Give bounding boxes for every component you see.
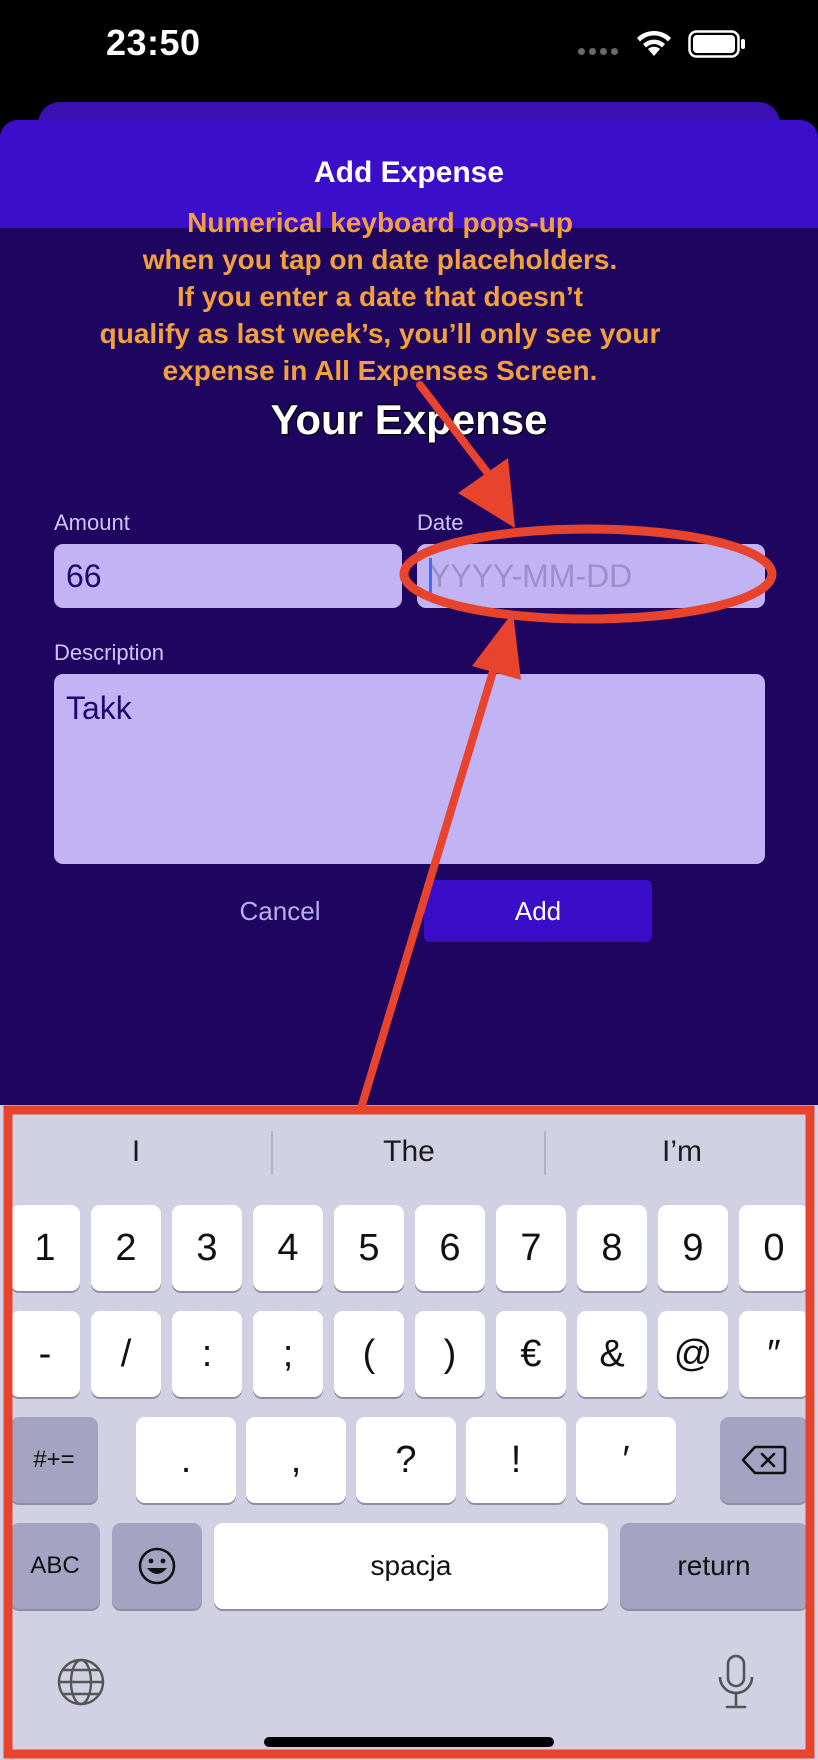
battery-icon [688,30,745,58]
backspace-icon [741,1445,787,1475]
key-euro[interactable]: € [496,1311,566,1397]
text-caret [429,558,432,594]
key-period[interactable]: . [136,1417,236,1503]
key-double-quote[interactable]: ″ [739,1311,809,1397]
description-label: Description [54,640,165,665]
annotation-line: expense in All Expenses Screen. [162,355,598,386]
key-2[interactable]: 2 [91,1205,161,1291]
date-label: Date [417,510,464,535]
home-indicator [264,1737,554,1747]
backspace-key[interactable] [720,1417,808,1503]
annotation-note: Numerical keyboard pops-up when you tap … [40,204,720,389]
key-hyphen[interactable]: - [10,1311,80,1397]
suggestion-item[interactable]: I [0,1127,272,1177]
key-question[interactable]: ? [356,1417,456,1503]
key-comma[interactable]: , [246,1417,346,1503]
key-5[interactable]: 5 [334,1205,404,1291]
space-key[interactable]: spacja [214,1523,608,1609]
amount-field[interactable]: 66 [54,544,402,608]
amount-label: Amount [54,510,130,535]
key-slash[interactable]: / [91,1311,161,1397]
date-placeholder: YYYY-MM-DD [429,558,633,594]
key-at[interactable]: @ [658,1311,728,1397]
key-3[interactable]: 3 [172,1205,242,1291]
key-close-paren[interactable]: ) [415,1311,485,1397]
cellular-signal-icon [578,48,618,55]
emoji-icon [138,1547,176,1585]
key-1[interactable]: 1 [10,1205,80,1291]
cancel-button[interactable]: Cancel [200,880,360,942]
key-semicolon[interactable]: ; [253,1311,323,1397]
description-value: Takk [66,690,132,726]
suggestion-item[interactable]: The [273,1127,545,1177]
annotation-line: qualify as last week’s, you’ll only see … [99,318,661,349]
key-4[interactable]: 4 [253,1205,323,1291]
key-colon[interactable]: : [172,1311,242,1397]
sheet-title: Add Expense [313,156,505,189]
description-field[interactable]: Takk [54,674,765,864]
form-heading: Your Expense [270,396,548,443]
key-apostrophe[interactable]: ′ [576,1417,676,1503]
key-9[interactable]: 9 [658,1205,728,1291]
key-exclamation[interactable]: ! [466,1417,566,1503]
key-0[interactable]: 0 [739,1205,809,1291]
key-8[interactable]: 8 [577,1205,647,1291]
annotation-line: If you enter a date that doesn’t [176,281,584,312]
key-open-paren[interactable]: ( [334,1311,404,1397]
return-key[interactable]: return [620,1523,808,1609]
key-6[interactable]: 6 [415,1205,485,1291]
globe-icon[interactable] [56,1657,106,1707]
keyboard: I The I’m 1 2 3 4 5 6 7 8 9 0 - / : ; ( … [0,1105,818,1760]
annotation-line: when you tap on date placeholders. [142,244,618,275]
date-field[interactable]: YYYY-MM-DD [417,544,765,608]
suggestion-bar: I The I’m [0,1105,818,1201]
key-7[interactable]: 7 [496,1205,566,1291]
emoji-key[interactable] [112,1523,202,1609]
suggestion-item[interactable]: I’m [546,1127,818,1177]
key-more-symbols[interactable]: #+= [10,1417,98,1503]
microphone-icon[interactable] [714,1653,758,1711]
key-abc[interactable]: ABC [10,1523,100,1609]
amount-value: 66 [66,558,102,594]
add-button[interactable]: Add [424,880,652,942]
status-time: 23:50 [106,22,201,63]
key-ampersand[interactable]: & [577,1311,647,1397]
status-bar: 23:50 [0,0,818,100]
wifi-icon [637,30,671,56]
annotation-line: Numerical keyboard pops-up [187,207,573,238]
